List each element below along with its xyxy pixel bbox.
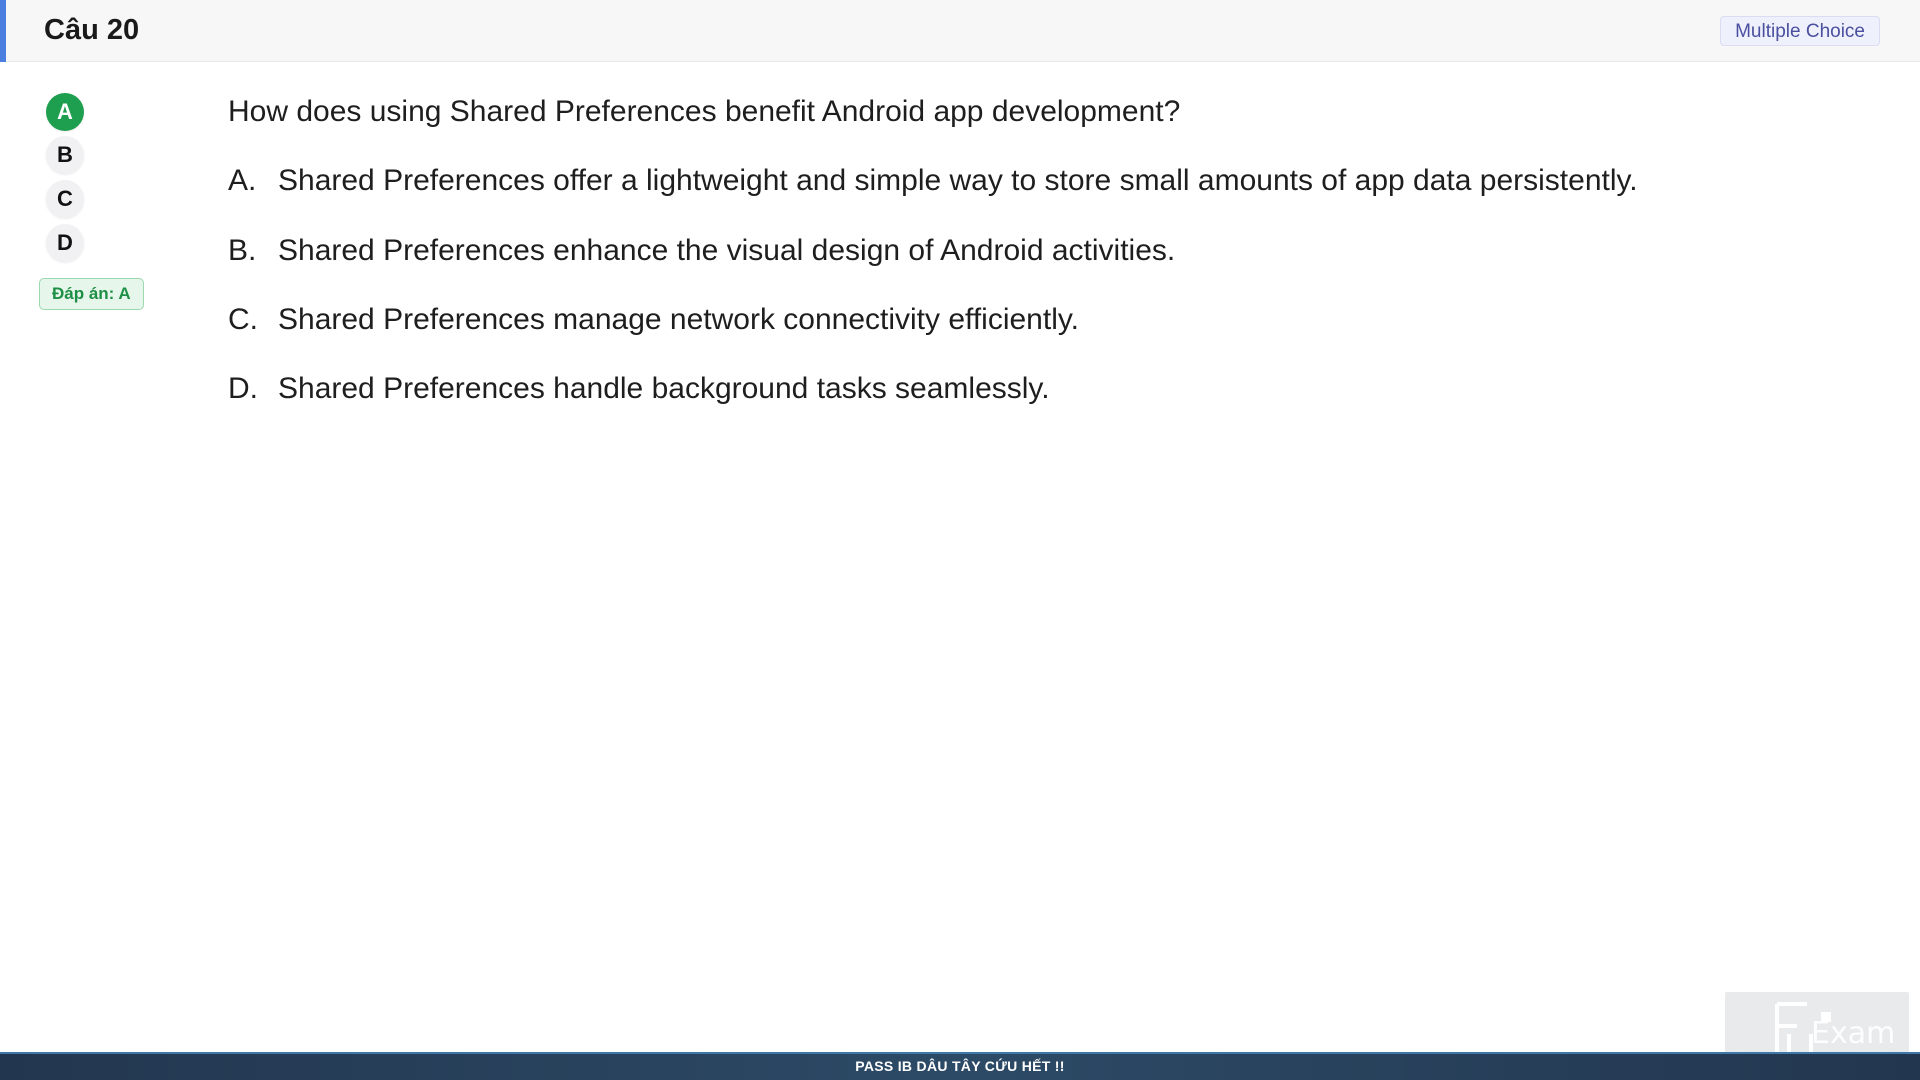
choice-d-letter: D. <box>228 372 258 405</box>
choice-b-text: Shared Preferences enhance the visual de… <box>278 234 1176 267</box>
choice-c-letter: C. <box>228 303 258 336</box>
header-accent-bar <box>0 0 6 62</box>
question-number-title: Câu 20 <box>44 14 140 46</box>
option-button-a[interactable]: A <box>46 93 84 131</box>
answer-badge: Đáp án: A <box>39 278 144 310</box>
option-button-d[interactable]: D <box>46 224 84 262</box>
footer-text: PASS IB DÂU TÂY CỨU HẾT !! <box>855 1058 1065 1074</box>
choice-c-text: Shared Preferences manage network connec… <box>278 303 1079 336</box>
choice-a: A. Shared Preferences offer a lightweight… <box>228 161 1638 201</box>
question-header: Câu 20 Multiple Choice <box>0 0 1920 62</box>
question-text: How does using Shared Preferences benefi… <box>228 95 1181 128</box>
choice-a-text: Shared Preferences offer a lightweight a… <box>278 164 1638 197</box>
footer-banner: PASS IB DÂU TÂY CỨU HẾT !! <box>0 1052 1920 1080</box>
option-button-b[interactable]: B <box>46 136 84 174</box>
choice-b-letter: B. <box>228 234 257 267</box>
choice-d-text: Shared Preferences handle background tas… <box>278 372 1050 405</box>
option-button-c[interactable]: C <box>46 180 84 218</box>
choice-b: B. Shared Preferences enhance the visual … <box>228 231 1175 271</box>
choice-a-letter: A. <box>228 164 257 197</box>
choice-c: C. Shared Preferences manage network conn… <box>228 300 1079 340</box>
choice-d: D. Shared Preferences handle background t… <box>228 369 1050 409</box>
watermark-exam-text: Exam <box>1811 1016 1896 1051</box>
question-type-badge: Multiple Choice <box>1720 16 1880 46</box>
